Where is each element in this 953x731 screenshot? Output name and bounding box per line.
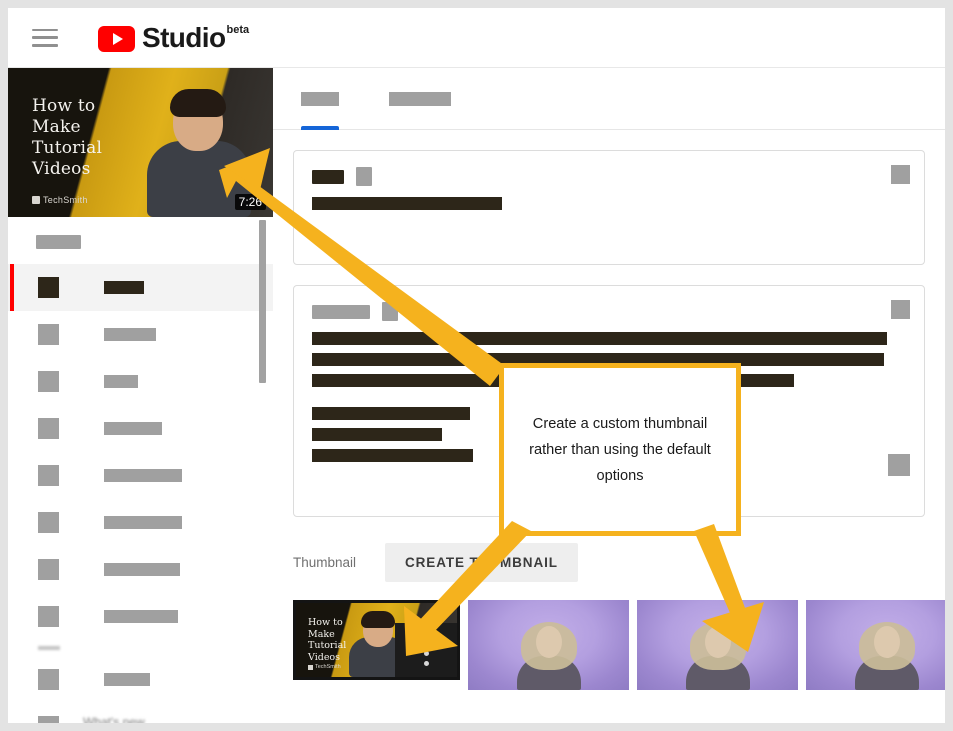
details-card [293,150,925,265]
sidebar-item-icon [38,716,59,723]
redacted-badge [382,302,398,321]
auto-thumbnail-3[interactable] [806,600,945,690]
brand-logo[interactable]: Studio beta [98,21,250,53]
tab-bar [273,68,945,130]
app-window: Studio beta How to Make Tutorial Videos Tec… [0,0,953,731]
redacted-label [312,169,344,184]
card-action-icon[interactable] [891,165,910,184]
sidebar-item-label [104,375,138,388]
custom-thumbnail[interactable]: How to Make Tutorial Videos TechSmith [293,600,460,680]
video-duration-badge: 7:26 [234,194,266,210]
create-thumbnail-button[interactable]: CREATE THUMBNAIL [385,543,578,582]
presenter-figure [851,620,923,690]
presenter-figure [513,620,585,690]
sidebar-scrollbar[interactable] [259,220,266,383]
tab-1[interactable] [389,68,451,130]
sidebar-item-icon [38,418,59,439]
sidebar-item-label [104,281,144,294]
card-action-icon[interactable] [891,300,910,319]
sidebar-item-icon [38,465,59,486]
thumbnail-options-row: How to Make Tutorial Videos TechSmith [293,600,945,690]
auto-thumbnail-1[interactable] [468,600,629,690]
more-vertical-icon[interactable] [395,623,457,677]
techsmith-watermark: TechSmith [308,664,341,670]
sidebar-channel-label [8,217,273,264]
card-header-row [312,167,906,186]
sidebar-item-icon [38,606,59,627]
redacted-line [312,407,470,420]
annotation-callout: Create a custom thumbnail rather than us… [499,363,741,536]
hamburger-icon[interactable] [32,28,58,47]
sidebar-video-preview[interactable]: How to Make Tutorial Videos TechSmith 7:26 [8,68,273,217]
sidebar-item-icon [38,277,59,298]
sidebar-item-label [104,673,150,686]
video-title: How to Make Tutorial Videos [32,96,103,179]
redacted-field [312,197,502,210]
app-header: Studio beta [8,8,945,68]
sidebar-item-icon [38,324,59,345]
sidebar: How to Make Tutorial Videos TechSmith 7:26 [8,68,273,729]
thumbnail-label: Thumbnail [293,555,357,570]
tab-label [301,91,339,106]
sidebar-item-label [104,563,180,576]
youtube-play-icon [98,25,135,52]
sidebar-item-1[interactable] [8,311,273,358]
redacted-line [312,428,442,441]
tab-label [389,91,451,106]
tab-0[interactable] [301,68,339,130]
sidebar-divider [38,646,60,650]
sidebar-item-7[interactable] [8,593,273,640]
thumbnail-section: Thumbnail CREATE THUMBNAIL [293,543,945,582]
redacted-badge [356,167,372,186]
sidebar-item-label [104,328,156,341]
redacted-line [312,332,887,345]
presenter-figure [682,620,754,690]
redacted-text [36,235,81,249]
card-header-row [312,302,906,321]
sidebar-item-label [104,469,182,482]
card-secondary-icon[interactable] [888,454,910,476]
sidebar-item-6[interactable] [8,546,273,593]
auto-thumbnail-2[interactable] [637,600,798,690]
sidebar-item-3[interactable] [8,405,273,452]
sidebar-item-label [104,610,178,623]
sidebar-item-5[interactable] [8,499,273,546]
sidebar-item-0[interactable] [8,264,273,311]
sidebar-item-icon [38,371,59,392]
sidebar-item-icon [38,512,59,533]
brand-name: Studio [142,21,226,53]
sidebar-item-icon [38,559,59,580]
sidebar-item-label [104,516,182,529]
sidebar-bottom-label: What's new [83,715,145,729]
redacted-label [312,304,370,319]
thumbnail-title: How to Make Tutorial Videos [308,617,347,663]
techsmith-watermark: TechSmith [32,195,88,205]
sidebar-item-icon [38,669,59,690]
redacted-line [312,449,473,462]
annotation-callout-text: Create a custom thumbnail rather than us… [529,415,711,484]
sidebar-item-4[interactable] [8,452,273,499]
sidebar-item-label [104,422,162,435]
sidebar-item-8[interactable] [8,656,273,703]
brand-beta-badge: beta [226,23,250,36]
sidebar-nav-list [8,264,273,723]
sidebar-item-2[interactable] [8,358,273,405]
